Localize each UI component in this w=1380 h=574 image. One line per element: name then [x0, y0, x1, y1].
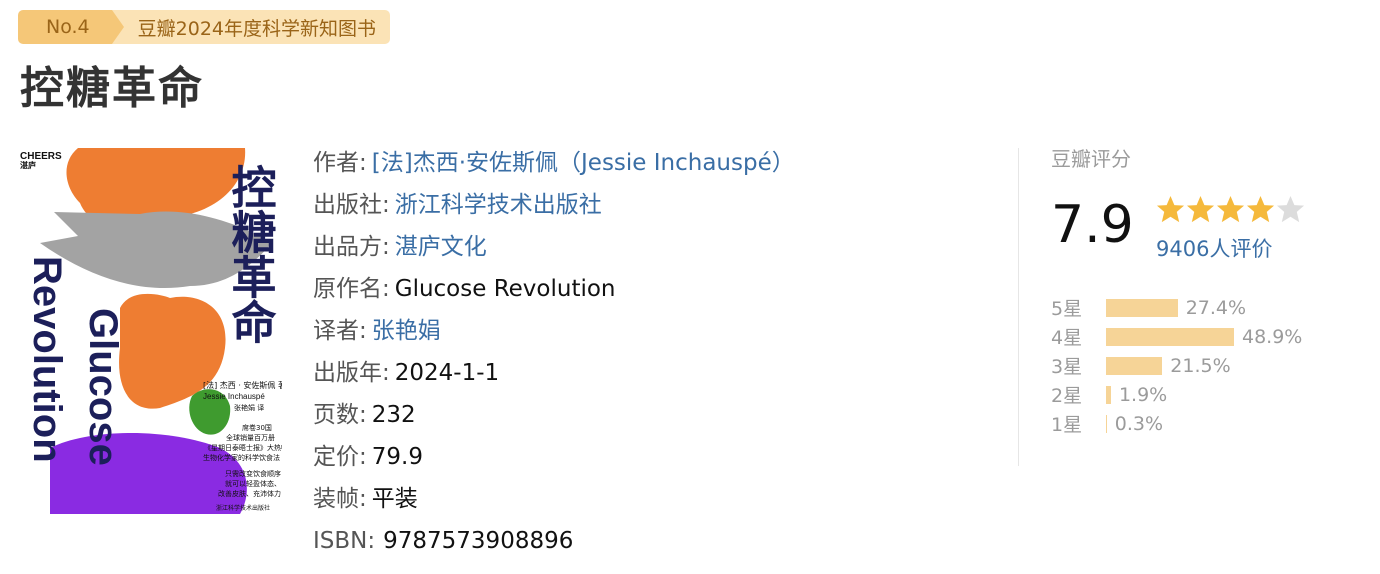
rating-heading: 豆瓣评分 — [1051, 147, 1131, 171]
producer-label: 出品方: — [313, 234, 390, 260]
ranking-list-name: 豆瓣2024年度科学新知图书 — [111, 10, 390, 44]
cover-blurb-1: 席卷30国 — [242, 423, 272, 432]
isbn-label: ISBN: — [313, 528, 376, 554]
rating-distribution: 5星 27.4% 4星 48.9% 3星 21.5% 2星 1.9% 1星 0.3% — [1051, 293, 1302, 438]
star-empty-icon — [1276, 195, 1305, 223]
star-filled-icon — [1156, 195, 1185, 223]
rating-score: 7.9 — [1051, 195, 1134, 255]
rating-dist-bar — [1106, 414, 1107, 433]
ranking-badge[interactable]: No.4 豆瓣2024年度科学新知图书 — [18, 10, 390, 44]
rating-dist-label: 3星 — [1051, 356, 1083, 378]
book-cover[interactable]: CHEERS 湛庐 控糖革命 Glucose Revolution [法] 杰西… — [20, 148, 282, 514]
pub-year-label: 出版年: — [313, 360, 390, 386]
star-filled-icon — [1216, 195, 1245, 223]
info-row-publisher: 出版社: 浙江科学技术出版社 — [313, 184, 795, 226]
rating-panel: 豆瓣评分 7.9 9406人评价 5星 27.4% 4星 48.9% 3星 21.5% 2星… — [1051, 143, 1305, 436]
cover-blurb-2: 全球销量百万册 — [226, 433, 275, 442]
info-row-original-title: 原作名: Glucose Revolution — [313, 268, 795, 310]
original-title-label: 原作名: — [313, 276, 390, 302]
rating-dist-label: 4星 — [1051, 327, 1083, 349]
rating-dist-row: 2星 1.9% — [1051, 380, 1302, 409]
price-label: 定价: — [313, 444, 367, 470]
cover-blurb-6: 就可以轻盈体态、 — [225, 479, 281, 488]
rating-dist-percent: 48.9% — [1242, 325, 1303, 348]
cover-publisher: 浙江科学技术出版社 — [216, 504, 270, 512]
info-row-translator: 译者: 张艳娟 — [313, 310, 795, 352]
rating-dist-bar — [1106, 298, 1178, 317]
cover-blurb-4: 生物化学家的科学饮食法 — [203, 453, 280, 462]
binding-label: 装帧: — [313, 486, 367, 512]
star-filled-icon — [1186, 195, 1215, 223]
translator-label: 译者: — [313, 318, 367, 344]
publisher-link[interactable]: 浙江科学技术出版社 — [395, 184, 602, 226]
rating-dist-percent: 21.5% — [1170, 354, 1231, 377]
producer-link[interactable]: 湛庐文化 — [395, 226, 487, 268]
rating-dist-label: 2星 — [1051, 385, 1083, 407]
star-rating — [1156, 195, 1305, 224]
rating-dist-percent: 27.4% — [1185, 296, 1247, 319]
info-row-author: 作者: [法]杰西·安佐斯佩（Jessie Inchauspé） — [313, 142, 795, 184]
book-title: 控糖革命 — [20, 63, 204, 114]
rating-dist-bar — [1106, 327, 1234, 346]
info-row-producer: 出品方: 湛庐文化 — [313, 226, 795, 268]
cover-blurb-5: 只需改变饮食顺序 — [225, 469, 281, 478]
cover-blurb-7: 改善皮肤、充沛体力 — [218, 489, 281, 498]
cover-blurb-3: 《星期日泰晤士报》大热畅销书 — [204, 443, 282, 452]
rating-dist-row: 4星 48.9% — [1051, 322, 1302, 351]
info-row-binding: 装帧: 平装 — [313, 478, 795, 520]
rating-dist-label: 1星 — [1051, 414, 1083, 436]
cover-translator: 张艳娟 译 — [234, 403, 264, 412]
isbn-value: 9787573908896 — [383, 528, 574, 554]
rating-dist-percent: 0.3% — [1114, 412, 1164, 435]
star-filled-icon — [1246, 195, 1275, 223]
rating-dist-row: 5星 27.4% — [1051, 293, 1302, 322]
book-info: 作者: [法]杰西·安佐斯佩（Jessie Inchauspé） 出版社: 浙江… — [313, 142, 795, 562]
rating-dist-label: 5星 — [1051, 298, 1083, 320]
rating-dist-row: 3星 21.5% — [1051, 351, 1302, 380]
original-title-value: Glucose Revolution — [394, 276, 616, 302]
pages-value: 232 — [371, 402, 416, 428]
cover-title-en-revolution: Revolution — [25, 256, 69, 463]
info-row-pages: 页数: 232 — [313, 394, 795, 436]
pages-label: 页数: — [313, 402, 367, 428]
pub-year-value: 2024-1-1 — [394, 360, 500, 386]
info-row-price: 定价: 79.9 — [313, 436, 795, 478]
rating-dist-bar — [1106, 385, 1111, 404]
author-link[interactable]: [法]杰西·安佐斯佩（Jessie Inchauspé） — [372, 142, 795, 184]
rating-dist-row: 1星 0.3% — [1051, 409, 1302, 438]
publisher-label: 出版社: — [313, 192, 390, 218]
price-value: 79.9 — [371, 444, 423, 470]
cover-author-en: Jessie Inchauspé — [203, 392, 265, 401]
cover-title-en-glucose: Glucose — [81, 308, 125, 466]
rating-dist-bar — [1106, 356, 1163, 375]
rating-dist-percent: 1.9% — [1118, 383, 1168, 406]
section-divider — [1018, 148, 1019, 466]
info-row-isbn: ISBN: 9787573908896 — [313, 520, 795, 562]
cover-title-cn: 控糖革命 — [224, 164, 277, 344]
cover-publisher-logo-cn: 湛庐 — [20, 160, 36, 170]
cover-author-cn: [法] 杰西 · 安佐斯佩 著 — [203, 380, 282, 390]
rank-number: No.4 — [18, 10, 124, 44]
info-row-pub-year: 出版年: 2024-1-1 — [313, 352, 795, 394]
translator-link[interactable]: 张艳娟 — [372, 310, 441, 352]
rating-count-link[interactable]: 9406人评价 — [1156, 233, 1272, 263]
binding-value: 平装 — [371, 486, 418, 512]
author-label: 作者: — [313, 150, 367, 176]
